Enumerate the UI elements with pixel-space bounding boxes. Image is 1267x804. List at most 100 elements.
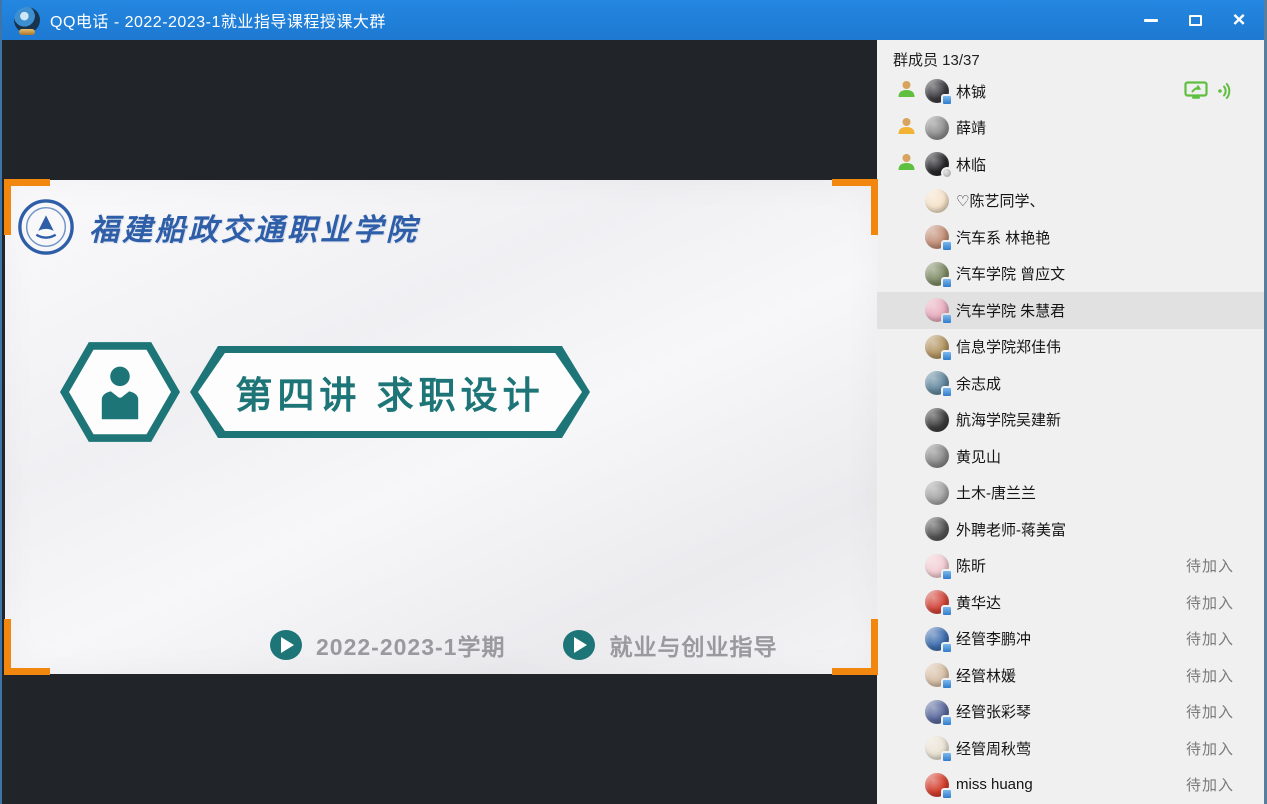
- member-row[interactable]: 航海学院吴建新: [877, 402, 1264, 439]
- member-row[interactable]: 汽车学院 曾应文: [877, 256, 1264, 293]
- mobile-badge-icon: [941, 678, 953, 690]
- maximize-icon: [1189, 15, 1202, 26]
- member-name: 航海学院吴建新: [956, 409, 1061, 430]
- member-list: 林铖薛靖林临 ♡陈艺同学、汽车系 林艳艳汽车学院 曾应文汽车学院 朱慧君信息学院郑…: [877, 73, 1264, 804]
- member-name: 土木-唐兰兰: [956, 482, 1036, 503]
- member-name: 汽车学院 朱慧君: [956, 300, 1065, 321]
- member-row[interactable]: 土木-唐兰兰: [877, 475, 1264, 512]
- member-avatar: [925, 773, 949, 797]
- member-name: 经管张彩琴: [956, 701, 1031, 722]
- member-avatar: [925, 554, 949, 578]
- member-name: 余志成: [956, 373, 1001, 394]
- mobile-badge-icon: [941, 569, 953, 581]
- course-label: 就业与创业指导: [609, 628, 777, 662]
- member-row[interactable]: 经管张彩琴 待加入: [877, 694, 1264, 731]
- mobile-badge-icon: [941, 751, 953, 763]
- pending-status: 待加入: [1186, 665, 1234, 686]
- play-bullet-icon: [563, 630, 595, 660]
- member-avatar: [925, 152, 949, 176]
- member-name: 经管林媛: [956, 665, 1016, 686]
- pending-status: 待加入: [1186, 701, 1234, 722]
- screen-share-stage: 福建船政交通职业学院 第四讲: [2, 40, 877, 804]
- mobile-badge-icon: [941, 313, 953, 325]
- member-row[interactable]: 余志成: [877, 365, 1264, 402]
- member-avatar: [925, 189, 949, 213]
- member-avatar: [925, 298, 949, 322]
- speaking-audio-icon: [1216, 82, 1234, 100]
- member-row[interactable]: 信息学院郑佳伟: [877, 329, 1264, 366]
- member-row[interactable]: 汽车学院 朱慧君: [877, 292, 1264, 329]
- member-name: 信息学院郑佳伟: [956, 336, 1061, 357]
- mobile-badge-icon: [941, 277, 953, 289]
- member-avatar: [925, 79, 949, 103]
- member-row[interactable]: 陈昕待加入: [877, 548, 1264, 585]
- member-name: miss huang: [956, 776, 1033, 793]
- member-name: 黄见山: [956, 446, 1001, 467]
- member-row[interactable]: ♡陈艺同学、: [877, 183, 1264, 220]
- window-title: QQ电话 - 2022-2023-1就业指导课程授课大群: [50, 8, 386, 32]
- minimize-button[interactable]: [1136, 6, 1166, 34]
- member-avatar: [925, 663, 949, 687]
- member-row[interactable]: 经管李鹏冲待加入: [877, 621, 1264, 658]
- member-name: 林铖: [956, 81, 986, 102]
- qq-video-call-icon: [14, 7, 40, 33]
- member-name: ♡陈艺同学、: [956, 190, 1044, 211]
- member-avatar: [925, 408, 949, 432]
- member-row[interactable]: 黄见山: [877, 438, 1264, 475]
- member-name: 外聘老师-蒋美富: [956, 519, 1066, 540]
- title-bar[interactable]: QQ电话 - 2022-2023-1就业指导课程授课大群 ×: [2, 0, 1264, 40]
- lecture-title-block: 第四讲 求职设计: [60, 340, 820, 444]
- school-logo: 福建船政交通职业学院: [17, 198, 419, 256]
- member-avatar: [925, 700, 949, 724]
- slide-corner-marker: [832, 619, 878, 675]
- pending-status: 待加入: [1186, 555, 1234, 576]
- pending-status: 待加入: [1186, 774, 1234, 795]
- member-avatar: [925, 481, 949, 505]
- member-row[interactable]: 薛靖: [877, 110, 1264, 147]
- member-row[interactable]: 林铖: [877, 73, 1264, 110]
- mobile-badge-icon: [941, 350, 953, 362]
- business-person-icon: [94, 363, 146, 421]
- member-avatar: [925, 225, 949, 249]
- member-avatar: [925, 590, 949, 614]
- member-name: 黄华达: [956, 592, 1001, 613]
- member-avatar: [925, 627, 949, 651]
- person-hexagon: [60, 340, 180, 444]
- member-sidebar: 群成员 13/37 林铖薛靖林临♡陈艺同学、汽车系 林艳艳汽车学院 曾应文汽车学…: [877, 40, 1264, 804]
- mobile-badge-icon: [941, 788, 953, 800]
- pending-status: 待加入: [1186, 592, 1234, 613]
- member-name: 林临: [956, 154, 986, 175]
- school-emblem-icon: [17, 198, 75, 256]
- member-role-icon-green: [897, 79, 925, 103]
- slide-corner-marker: [832, 179, 878, 235]
- school-name: 福建船政交通职业学院: [89, 205, 419, 249]
- member-row[interactable]: 经管林媛 待加入: [877, 657, 1264, 694]
- maximize-button[interactable]: [1180, 6, 1210, 34]
- member-role-icon-green: [897, 152, 925, 176]
- mobile-badge-icon: [941, 642, 953, 654]
- member-name: 汽车学院 曾应文: [956, 263, 1065, 284]
- member-row[interactable]: 林临: [877, 146, 1264, 183]
- member-row[interactable]: 汽车系 林艳艳: [877, 219, 1264, 256]
- mobile-badge-icon: [941, 94, 953, 106]
- play-bullet-icon: [270, 630, 302, 660]
- member-row[interactable]: 黄华达 待加入: [877, 584, 1264, 621]
- member-role-icon-yellow: [897, 116, 925, 140]
- member-avatar: [925, 517, 949, 541]
- member-name: 汽车系 林艳艳: [956, 227, 1050, 248]
- close-icon: ×: [1233, 10, 1246, 31]
- mobile-badge-icon: [941, 386, 953, 398]
- member-name: 薛靖: [956, 117, 986, 138]
- mobile-badge-icon: [941, 715, 953, 727]
- member-avatar: [925, 444, 949, 468]
- member-avatar: [925, 116, 949, 140]
- member-row[interactable]: 外聘老师-蒋美富: [877, 511, 1264, 548]
- close-button[interactable]: ×: [1224, 6, 1254, 34]
- slide-corner-marker: [4, 619, 50, 675]
- member-name: 经管周秋莺: [956, 738, 1031, 759]
- slide-subtitle-row: 2022-2023-1学期 就业与创业指导: [270, 628, 777, 662]
- lecture-title: 第四讲 求职设计: [235, 365, 544, 419]
- minimize-icon: [1144, 19, 1158, 22]
- member-row[interactable]: 经管周秋莺待加入: [877, 730, 1264, 767]
- member-row[interactable]: miss huang 待加入: [877, 767, 1264, 804]
